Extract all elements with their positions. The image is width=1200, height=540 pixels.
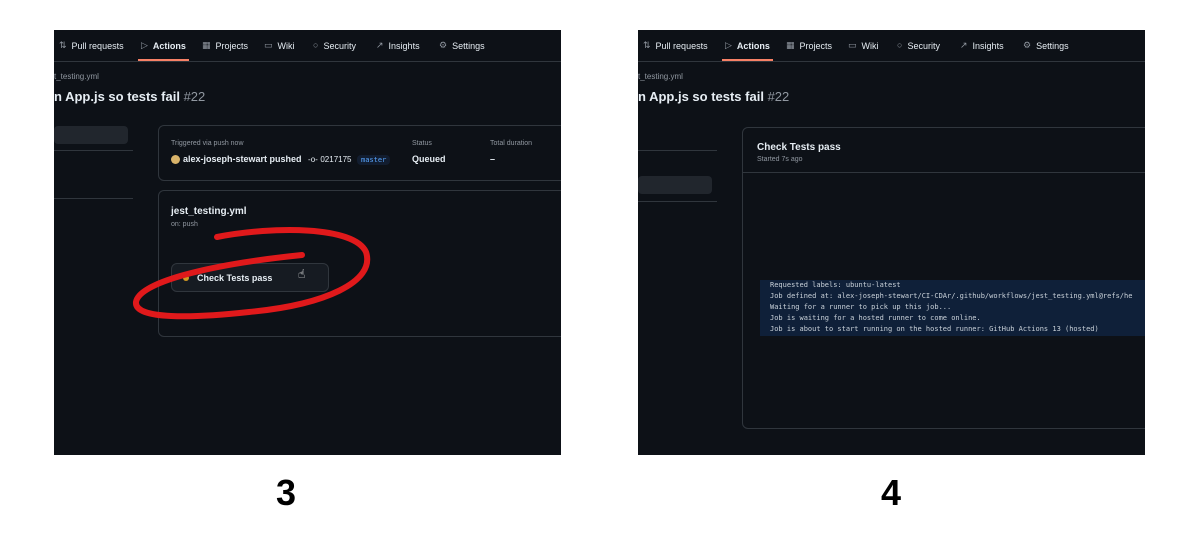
graph-icon: ↗: [960, 40, 968, 50]
log-line: Job is waiting for a hosted runner to co…: [770, 314, 981, 322]
tab-projects[interactable]: ▦ Projects: [786, 30, 832, 61]
tab-label: Wiki: [861, 40, 879, 51]
tab-label: Pull requests: [655, 40, 708, 51]
sidebar-item-job[interactable]: [638, 176, 712, 194]
run-number: #22: [767, 89, 790, 104]
run-title: n App.js so tests fail #22: [638, 89, 789, 104]
repo-nav: ⇅ Pull requests ▷ Actions ▦ Projects ▭ W…: [638, 30, 1145, 62]
tab-insights[interactable]: ↗ Insights: [960, 30, 1004, 61]
sidebar-divider: [638, 150, 717, 151]
pull-request-icon: ⇅: [643, 40, 651, 50]
shield-icon: ○: [897, 40, 903, 50]
job-log-card: Check Tests pass Started 7s ago Requeste…: [742, 127, 1145, 429]
step-caption-4: 4: [880, 472, 902, 513]
job-title: Check Tests pass: [757, 142, 841, 153]
tab-pull-requests[interactable]: ⇅ Pull requests: [643, 30, 708, 61]
job-log: Requested labels: ubuntu-latest Job defi…: [760, 280, 1145, 336]
step-caption-3: 3: [275, 472, 297, 513]
tab-settings[interactable]: ⚙ Settings: [1023, 30, 1069, 61]
sidebar-divider: [638, 201, 717, 202]
red-circle-annotation: [133, 227, 371, 320]
tab-actions[interactable]: ▷ Actions: [722, 30, 773, 61]
tab-label: Security: [907, 40, 940, 51]
log-line: Requested labels: ubuntu-latest: [770, 281, 901, 289]
job-started: Started 7s ago: [757, 156, 803, 163]
workflow-file-breadcrumb[interactable]: t_testing.yml: [638, 72, 683, 81]
table-icon: ▦: [786, 40, 795, 50]
gear-icon: ⚙: [1023, 40, 1032, 50]
tab-security[interactable]: ○ Security: [897, 30, 940, 61]
run-title-text: n App.js so tests fail: [638, 89, 764, 104]
book-icon: ▭: [848, 40, 857, 50]
tab-label: Actions: [736, 40, 770, 51]
screenshot-step-4: ⇅ Pull requests ▷ Actions ▦ Projects ▭ W…: [638, 30, 1145, 455]
tab-wiki[interactable]: ▭ Wiki: [848, 30, 879, 61]
card-divider: [743, 172, 1145, 173]
tab-label: Insights: [972, 40, 1004, 51]
tab-label: Projects: [799, 40, 833, 51]
log-line: Job is about to start running on the hos…: [770, 325, 1099, 333]
tab-label: Settings: [1036, 40, 1069, 51]
log-line: Waiting for a runner to pick up this job…: [770, 303, 952, 311]
screenshot-step-3: ⇅ Pull requests ▷ Actions ▦ Projects ▭ W…: [54, 30, 561, 455]
play-icon: ▷: [725, 40, 732, 50]
log-line: Job defined at: alex-joseph-stewart/CI-C…: [770, 292, 1133, 300]
